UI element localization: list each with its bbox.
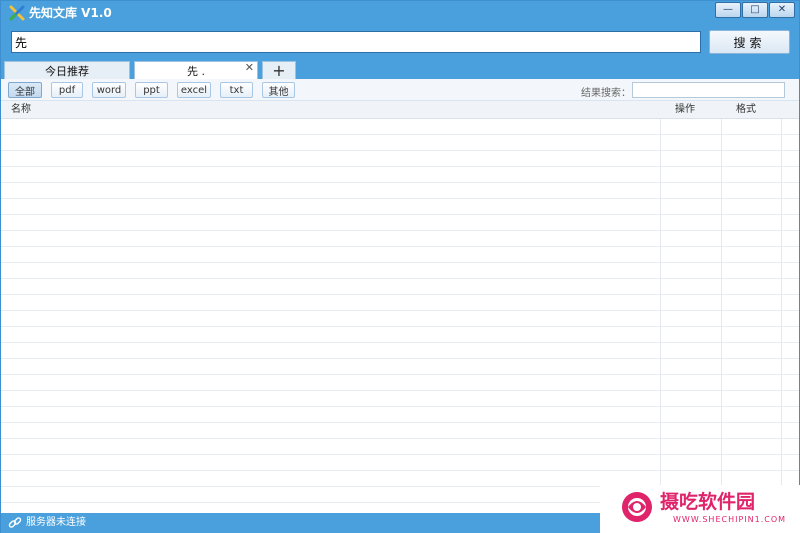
result-search-label: 结果搜索： — [581, 88, 631, 99]
tab-label: 先 . — [187, 64, 205, 78]
table-row[interactable] — [1, 375, 799, 391]
app-window: 先知文库 V1.0 — □ ✕ 搜索 今日推荐 先 . ✕ + 全部 pdf w… — [0, 0, 800, 533]
search-row: 搜索 — [1, 25, 799, 59]
table-row[interactable] — [1, 455, 799, 471]
app-title: 先知文库 V1.0 — [29, 6, 112, 20]
table-row[interactable] — [1, 359, 799, 375]
results-table: 名称 操作 格式 — [1, 101, 799, 513]
add-tab-button[interactable]: + — [262, 61, 296, 80]
table-row[interactable] — [1, 407, 799, 423]
result-search-input[interactable] — [632, 82, 785, 98]
title-bar[interactable]: 先知文库 V1.0 — □ ✕ — [1, 1, 799, 25]
minimize-button[interactable]: — — [715, 2, 741, 18]
watermark-subtitle: WWW.SHECHIPIN1.COM — [673, 515, 787, 524]
table-row[interactable] — [1, 151, 799, 167]
filter-other[interactable]: 其他 — [262, 82, 295, 98]
table-row[interactable] — [1, 279, 799, 295]
link-icon — [8, 517, 22, 528]
column-header-format[interactable]: 格式 — [736, 101, 756, 119]
table-row[interactable] — [1, 439, 799, 455]
table-row[interactable] — [1, 311, 799, 327]
table-header: 名称 操作 格式 — [1, 101, 799, 119]
watermark-title: 摄吃软件园 — [660, 491, 756, 513]
table-row[interactable] — [1, 295, 799, 311]
filter-txt[interactable]: txt — [220, 82, 253, 98]
table-row[interactable] — [1, 327, 799, 343]
tab-search-result[interactable]: 先 . ✕ — [134, 61, 258, 79]
search-button[interactable]: 搜索 — [709, 30, 790, 54]
column-header-name[interactable]: 名称 — [11, 101, 31, 119]
window-controls: — □ ✕ — [714, 2, 795, 18]
filter-word[interactable]: word — [92, 82, 126, 98]
tab-label: 今日推荐 — [45, 64, 89, 78]
search-input[interactable] — [11, 31, 701, 53]
table-row[interactable] — [1, 423, 799, 439]
table-row[interactable] — [1, 247, 799, 263]
table-row[interactable] — [1, 199, 799, 215]
maximize-button[interactable]: □ — [742, 2, 768, 18]
close-button[interactable]: ✕ — [769, 2, 795, 18]
table-body — [1, 119, 799, 513]
table-row[interactable] — [1, 343, 799, 359]
watermark-logo-icon — [622, 492, 652, 522]
tab-today-recommend[interactable]: 今日推荐 — [4, 61, 130, 79]
table-row[interactable] — [1, 167, 799, 183]
table-row[interactable] — [1, 119, 799, 135]
table-row[interactable] — [1, 263, 799, 279]
filter-all[interactable]: 全部 — [8, 82, 42, 98]
close-tab-icon[interactable]: ✕ — [245, 61, 254, 74]
app-logo-icon — [9, 5, 25, 21]
watermark: 摄吃软件园 WWW.SHECHIPIN1.COM — [600, 485, 800, 533]
filter-ppt[interactable]: ppt — [135, 82, 168, 98]
table-row[interactable] — [1, 215, 799, 231]
table-row[interactable] — [1, 231, 799, 247]
status-text: 服务器未连接 — [26, 517, 86, 528]
tab-bar: 今日推荐 先 . ✕ + — [1, 59, 799, 80]
filter-pdf[interactable]: pdf — [51, 82, 83, 98]
table-row[interactable] — [1, 183, 799, 199]
table-row[interactable] — [1, 135, 799, 151]
table-row[interactable] — [1, 391, 799, 407]
column-header-action[interactable]: 操作 — [675, 101, 695, 119]
filter-excel[interactable]: excel — [177, 82, 211, 98]
filter-bar: 全部 pdf word ppt excel txt 其他 结果搜索： — [1, 79, 799, 101]
